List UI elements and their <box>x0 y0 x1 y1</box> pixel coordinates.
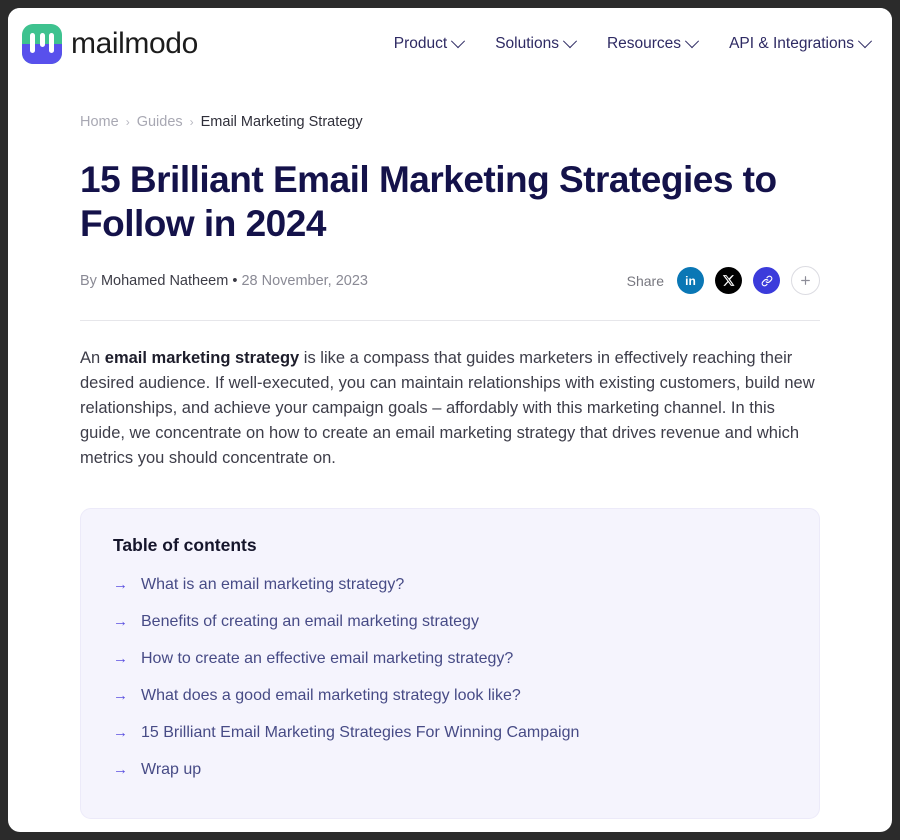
logo-bar-3 <box>49 33 54 53</box>
toc-item-label: 15 Brilliant Email Marketing Strategies … <box>141 723 580 741</box>
intro-lead: An <box>80 348 105 367</box>
byline: By Mohamed Natheem • 28 November, 2023 <box>80 273 368 289</box>
share-block: Share in <box>626 266 820 296</box>
nav-item-label: Resources <box>606 35 682 52</box>
breadcrumb-item-current: Email Marketing Strategy <box>200 114 363 130</box>
toc-item-label: What is an email marketing strategy? <box>141 575 405 593</box>
toc-item-label: Wrap up <box>141 760 202 778</box>
byline-prefix: By <box>80 272 97 289</box>
nav-item-label: Product <box>393 35 448 52</box>
link-icon <box>761 275 772 287</box>
chevron-down-icon <box>451 34 466 49</box>
arrow-right-icon: → <box>113 650 128 668</box>
arrow-right-icon: → <box>113 613 128 631</box>
nav-item-api-integrations[interactable]: API & Integrations <box>729 34 873 53</box>
toc-item-label: What does a good email marketing strateg… <box>141 686 521 704</box>
nav-item-label: Solutions <box>495 35 559 52</box>
article-main: Home › Guides › Email Marketing Strategy… <box>8 114 892 820</box>
page-title: 15 Brilliant Email Marketing Strategies … <box>80 159 777 245</box>
byline-separator: • <box>232 272 238 289</box>
chevron-down-icon <box>684 34 700 49</box>
toc-item[interactable]: → How to create an effective email marke… <box>113 640 787 677</box>
plus-icon <box>801 276 810 286</box>
breadcrumb-item-guides[interactable]: Guides <box>137 114 183 130</box>
publish-date: 28 November, 2023 <box>241 272 368 289</box>
brand-name: mailmodo <box>71 27 198 60</box>
share-label: Share <box>626 272 664 289</box>
toc-item[interactable]: → What is an email marketing strategy? <box>113 566 787 603</box>
main-navigation: Product Solutions Resources API & Integr… <box>393 34 873 53</box>
author-name[interactable]: Mohamed Natheem <box>101 273 228 289</box>
x-twitter-icon <box>722 275 735 287</box>
share-x-button[interactable] <box>715 267 742 295</box>
share-copy-link-button[interactable] <box>753 267 780 295</box>
mailmodo-logo-icon <box>22 24 62 64</box>
nav-item-resources[interactable]: Resources <box>606 34 700 53</box>
toc-item-label: Benefits of creating an email marketing … <box>141 612 479 630</box>
toc-item[interactable]: → Wrap up <box>113 751 787 788</box>
breadcrumb-item-home[interactable]: Home <box>80 114 119 130</box>
share-linkedin-button[interactable]: in <box>677 267 704 295</box>
toc-title: Table of contents <box>113 535 257 556</box>
table-of-contents: Table of contents → What is an email mar… <box>80 508 820 820</box>
chevron-down-icon <box>562 34 578 49</box>
breadcrumb-separator-icon: › <box>189 115 194 129</box>
share-more-button[interactable] <box>791 266 820 296</box>
toc-list: → What is an email marketing strategy? →… <box>113 566 787 788</box>
nav-item-label: API & Integrations <box>729 35 854 52</box>
nav-item-solutions[interactable]: Solutions <box>495 34 578 53</box>
site-header: mailmodo Product Solutions Resources API… <box>8 8 892 80</box>
chevron-down-icon <box>857 34 873 49</box>
logo-bar-2 <box>39 33 45 47</box>
mailmodo-logo-link[interactable]: mailmodo <box>22 24 198 64</box>
arrow-right-icon: → <box>113 724 128 742</box>
arrow-right-icon: → <box>113 576 128 594</box>
header-divider <box>80 319 820 321</box>
nav-item-product[interactable]: Product <box>393 34 466 53</box>
linkedin-icon: in <box>685 273 696 288</box>
toc-item[interactable]: → 15 Brilliant Email Marketing Strategie… <box>113 714 787 751</box>
logo-bottom-half <box>22 44 62 64</box>
byline-row: By Mohamed Natheem • 28 November, 2023 S… <box>80 264 820 298</box>
intro-paragraph: An email marketing strategy is like a co… <box>80 346 820 471</box>
arrow-right-icon: → <box>113 687 128 705</box>
toc-item[interactable]: → What does a good email marketing strat… <box>113 677 787 714</box>
browser-viewport: mailmodo Product Solutions Resources API… <box>8 8 892 832</box>
breadcrumb-separator-icon: › <box>125 115 130 129</box>
breadcrumb: Home › Guides › Email Marketing Strategy <box>80 114 820 130</box>
toc-item[interactable]: → Benefits of creating an email marketin… <box>113 603 787 640</box>
toc-item-label: How to create an effective email marketi… <box>141 649 514 667</box>
logo-bar-1 <box>30 33 35 53</box>
arrow-right-icon: → <box>113 761 128 779</box>
intro-bold-term: email marketing strategy <box>104 348 300 367</box>
